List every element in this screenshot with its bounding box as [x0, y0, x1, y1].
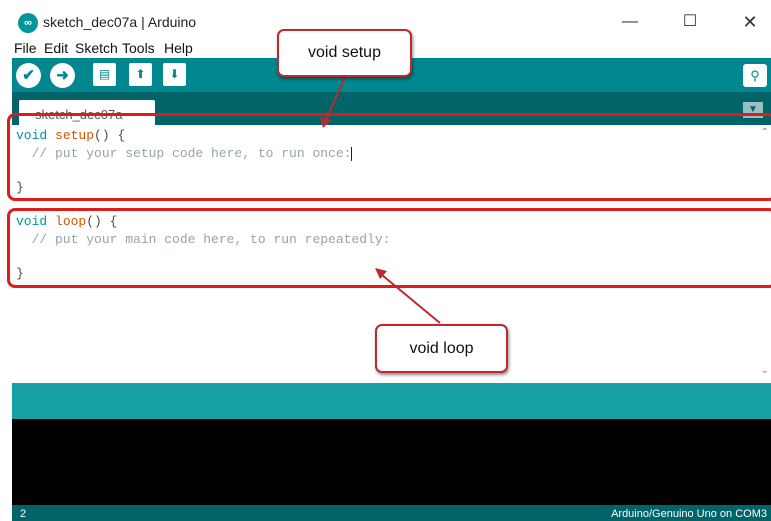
maximize-button[interactable]: ☐	[675, 10, 705, 34]
menu-file[interactable]: File	[14, 40, 37, 56]
save-button[interactable]: ⬇	[163, 63, 186, 86]
console-output	[12, 419, 771, 505]
message-bar	[12, 383, 771, 419]
magnifier-icon: ⚲	[750, 68, 760, 83]
menu-edit[interactable]: Edit	[44, 40, 68, 56]
menu-help[interactable]: Help	[164, 40, 193, 56]
loop-highlight-box	[7, 208, 771, 288]
serial-monitor-button[interactable]: ⚲	[743, 64, 767, 87]
verify-button[interactable]: ✔	[16, 63, 41, 88]
scroll-down-icon[interactable]: ⌄	[761, 365, 769, 377]
upload-button[interactable]: ➜	[50, 63, 75, 88]
line-number: 2	[20, 508, 27, 520]
arrow-down-icon: ⬇	[169, 67, 180, 81]
check-icon: ✔	[22, 67, 35, 84]
setup-highlight-box	[7, 113, 771, 201]
loop-callout: void loop	[375, 324, 508, 373]
menu-sketch[interactable]: Sketch	[75, 40, 118, 56]
window-title: sketch_dec07a | Arduino	[43, 14, 197, 30]
status-bar: 2 Arduino/Genuino Uno on COM3	[12, 505, 771, 521]
board-info: Arduino/Genuino Uno on COM3	[611, 508, 767, 520]
new-file-icon: ▤	[98, 67, 111, 81]
new-button[interactable]: ▤	[93, 63, 116, 86]
menu-tools[interactable]: Tools	[122, 40, 155, 56]
arrow-up-icon: ⬆	[135, 67, 146, 81]
arrow-right-icon: ➜	[56, 67, 69, 84]
arduino-logo-icon: ∞	[18, 13, 38, 33]
minimize-button[interactable]: —	[615, 10, 645, 34]
setup-callout: void setup	[277, 29, 412, 77]
open-button[interactable]: ⬆	[129, 63, 152, 86]
close-button[interactable]: ✕	[735, 10, 765, 34]
